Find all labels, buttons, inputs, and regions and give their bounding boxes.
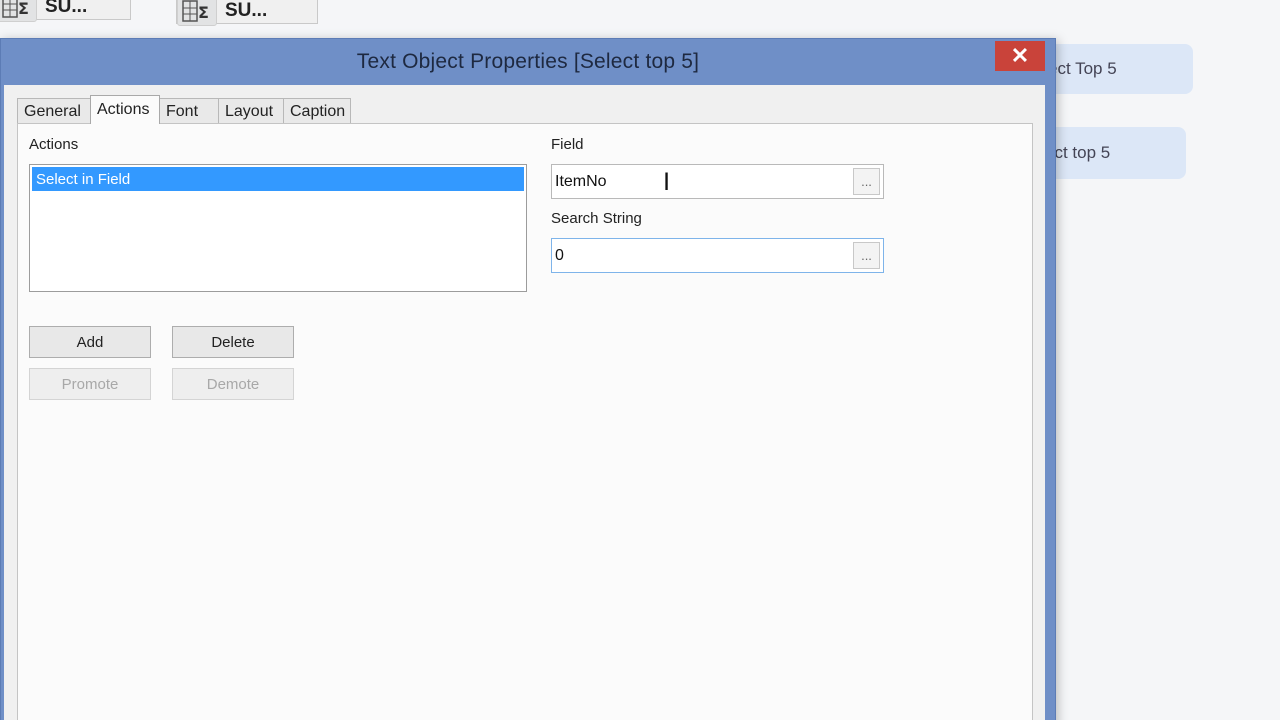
close-icon: ✕ (1010, 43, 1030, 68)
table-sum-icon: Σ (177, 0, 217, 26)
field-input[interactable]: ItemNo ... (551, 164, 884, 199)
sheet-object-2[interactable]: Σ SU... (176, 0, 318, 26)
text-cursor-icon: I (663, 168, 671, 196)
list-item[interactable]: Select in Field (32, 167, 524, 191)
delete-button[interactable]: Delete (172, 326, 294, 358)
tab-font[interactable]: Font (159, 98, 219, 124)
svg-text:Σ: Σ (198, 3, 209, 22)
tab-actions[interactable]: Actions (90, 95, 160, 124)
tab-layout[interactable]: Layout (218, 98, 284, 124)
actions-label: Actions (29, 136, 79, 153)
tab-strip: General Actions Font Layout Caption (17, 95, 351, 124)
field-label: Field (551, 136, 584, 153)
field-browse-button[interactable]: ... (853, 168, 880, 195)
table-sum-icon: Σ (0, 0, 37, 22)
sheet-object-label: SU... (45, 0, 88, 17)
demote-button[interactable]: Demote (172, 368, 294, 400)
dialog-title: Text Object Properties [Select top 5] (356, 50, 700, 73)
select-top-5-button[interactable]: ect Top 5 (1040, 44, 1193, 94)
actions-listbox[interactable]: Select in Field (29, 164, 527, 292)
actions-tab-panel: Actions Select in Field Field ItemNo ...… (17, 123, 1033, 720)
add-button[interactable]: Add (29, 326, 151, 358)
svg-text:Σ: Σ (18, 0, 29, 18)
tab-caption[interactable]: Caption (283, 98, 351, 124)
search-string-browse-button[interactable]: ... (853, 242, 880, 269)
search-string-value[interactable]: 0 (552, 247, 853, 265)
field-input-value[interactable]: ItemNo (552, 173, 853, 191)
promote-button[interactable]: Promote (29, 368, 151, 400)
sheet-object-label: SU... (225, 0, 268, 21)
text-object-properties-dialog: Text Object Properties [Select top 5] ✕ … (0, 38, 1056, 720)
search-string-input[interactable]: 0 ... (551, 238, 884, 273)
select-top-5-text-button[interactable]: ect top 5 (1040, 127, 1186, 179)
search-string-label: Search String (551, 210, 642, 227)
dialog-titlebar[interactable]: Text Object Properties [Select top 5] (1, 39, 1055, 85)
close-button[interactable]: ✕ (995, 41, 1045, 71)
tab-general[interactable]: General (17, 98, 91, 124)
dialog-client: General Actions Font Layout Caption Acti… (4, 85, 1045, 720)
sheet-object-1[interactable]: Σ SU... (0, 0, 131, 22)
